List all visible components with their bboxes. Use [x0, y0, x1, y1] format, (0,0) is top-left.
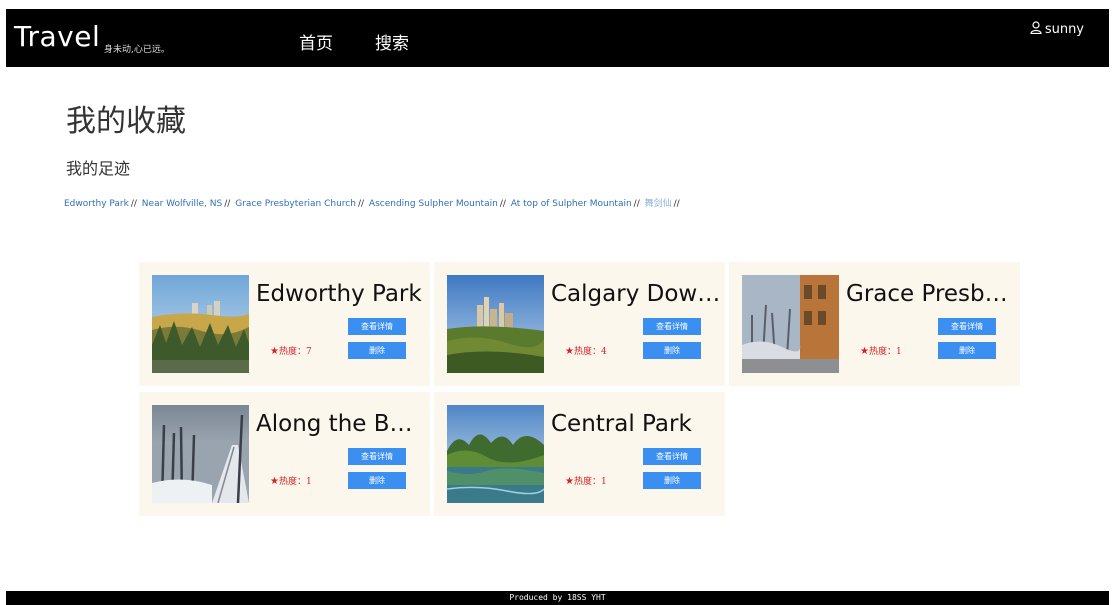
footprint-separator: // — [499, 199, 506, 209]
heat-score: ★热度：1 — [565, 474, 607, 487]
user-menu[interactable]: sunny — [1030, 21, 1084, 38]
favorite-thumbnail[interactable] — [447, 275, 544, 373]
footprint-separator: // — [130, 199, 137, 209]
favorite-card: Central Park ★热度：1 查看详情 删除 — [434, 392, 725, 516]
footprint-link[interactable]: At top of Sulpher Mountain — [511, 199, 632, 209]
page-title: 我的收藏 — [66, 104, 186, 139]
heat-value: 热度：1 — [868, 347, 902, 357]
footprint-link[interactable]: Edworthy Park — [64, 199, 129, 209]
footprint-separator: // — [224, 199, 231, 209]
delete-button[interactable]: 删除 — [348, 342, 406, 359]
favorite-title[interactable]: Grace Presbyterian Church — [846, 281, 1016, 307]
view-detail-button[interactable]: 查看详情 — [643, 448, 701, 465]
user-icon — [1030, 21, 1042, 38]
favorite-title[interactable]: Central Park — [551, 411, 721, 437]
footprint-link[interactable]: Near Wolfville, NS — [142, 199, 222, 209]
footprints-list: Edworthy Park// Near Wolfville, NS// Gra… — [64, 196, 682, 209]
delete-button[interactable]: 删除 — [643, 472, 701, 489]
heat-value: 热度：7 — [278, 347, 312, 357]
heat-score: ★热度：1 — [270, 474, 312, 487]
favorite-thumbnail[interactable] — [152, 275, 249, 373]
view-detail-button[interactable]: 查看详情 — [348, 318, 406, 335]
favorites-grid: Edworthy Park ★热度：7 查看详情 删除 Calgary Down… — [139, 262, 1023, 516]
star-icon: ★ — [270, 346, 279, 357]
view-detail-button[interactable]: 查看详情 — [938, 318, 996, 335]
nav-search-link[interactable]: 搜索 — [375, 29, 409, 54]
favorite-title[interactable]: Calgary Downtown — [551, 281, 721, 307]
favorite-card: Along the Bow River ★热度：1 查看详情 删除 — [139, 392, 430, 516]
page: Travel 身未动,心已远。 首页 搜索 sunny 我的收藏 我的足迹 Ed… — [0, 0, 1115, 605]
view-detail-button[interactable]: 查看详情 — [348, 448, 406, 465]
footprint-separator: // — [673, 199, 680, 209]
brand-logo[interactable]: Travel — [14, 23, 100, 51]
nav-home-link[interactable]: 首页 — [299, 29, 333, 54]
favorite-card: Calgary Downtown ★热度：4 查看详情 删除 — [434, 262, 725, 386]
footprint-link[interactable]: Ascending Sulpher Mountain — [369, 199, 498, 209]
footprint-link[interactable]: 舞剑仙 — [645, 199, 672, 209]
footprints-title: 我的足迹 — [66, 159, 131, 178]
favorite-card: Edworthy Park ★热度：7 查看详情 删除 — [139, 262, 430, 386]
heat-score: ★热度：7 — [270, 344, 312, 357]
footprint-separator: // — [357, 199, 365, 209]
star-icon: ★ — [565, 346, 574, 357]
heat-score: ★热度：1 — [860, 344, 902, 357]
favorite-thumbnail[interactable] — [447, 405, 544, 503]
footer: Produced by 18SS YHT — [6, 591, 1109, 605]
favorite-title[interactable]: Along the Bow River — [256, 411, 426, 437]
delete-button[interactable]: 删除 — [643, 342, 701, 359]
favorite-thumbnail[interactable] — [742, 275, 839, 373]
favorite-thumbnail[interactable] — [152, 405, 249, 503]
view-detail-button[interactable]: 查看详情 — [643, 318, 701, 335]
top-navbar: Travel 身未动,心已远。 首页 搜索 sunny — [6, 9, 1109, 67]
heat-score: ★热度：4 — [565, 344, 607, 357]
delete-button[interactable]: 删除 — [938, 342, 996, 359]
footprint-separator: // — [633, 199, 640, 209]
heat-value: 热度：1 — [573, 477, 607, 487]
favorite-card: Grace Presbyterian Church ★热度：1 查看详情 删除 — [729, 262, 1020, 386]
star-icon: ★ — [565, 476, 574, 487]
star-icon: ★ — [860, 346, 869, 357]
brand-slogan: 身未动,心已远。 — [104, 45, 170, 55]
user-name: sunny — [1044, 22, 1084, 37]
favorite-title[interactable]: Edworthy Park — [256, 281, 426, 307]
heat-value: 热度：4 — [573, 347, 607, 357]
star-icon: ★ — [270, 476, 279, 487]
footprint-link[interactable]: Grace Presbyterian Church — [235, 199, 356, 209]
heat-value: 热度：1 — [278, 477, 312, 487]
delete-button[interactable]: 删除 — [348, 472, 406, 489]
